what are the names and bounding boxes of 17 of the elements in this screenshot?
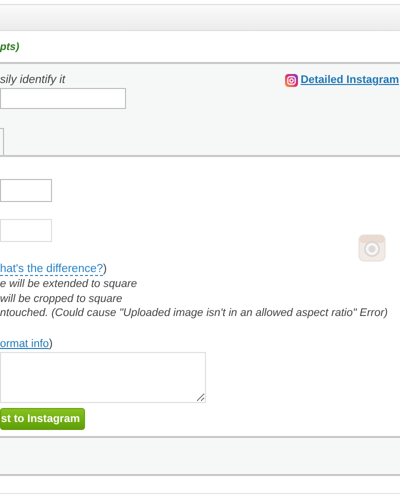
option-description: ntouched. (Could cause "Uploaded image isn't in an allowed aspect ratio" Error) <box>0 307 389 321</box>
field-hint: sily identify it <box>0 74 66 86</box>
caption-field[interactable] <box>0 352 206 402</box>
section-title: pts) <box>0 40 20 52</box>
name-field[interactable] <box>0 88 126 109</box>
camera-icon <box>358 234 386 262</box>
post-button[interactable]: st to Instagram <box>0 408 85 430</box>
help-link[interactable]: hat's the difference? <box>0 263 104 276</box>
info-link[interactable]: ormat info <box>0 338 49 350</box>
option-description: e will be extended to square <box>0 278 138 292</box>
camera-icon <box>284 74 298 86</box>
option-description: will be cropped to square <box>0 292 124 306</box>
bracket-text: ) <box>103 263 107 275</box>
text-field[interactable] <box>0 219 52 242</box>
text-field[interactable] <box>0 179 52 202</box>
bracket-text: ) <box>48 338 53 350</box>
detail-link[interactable]: Detailed Instagram <box>300 74 399 86</box>
